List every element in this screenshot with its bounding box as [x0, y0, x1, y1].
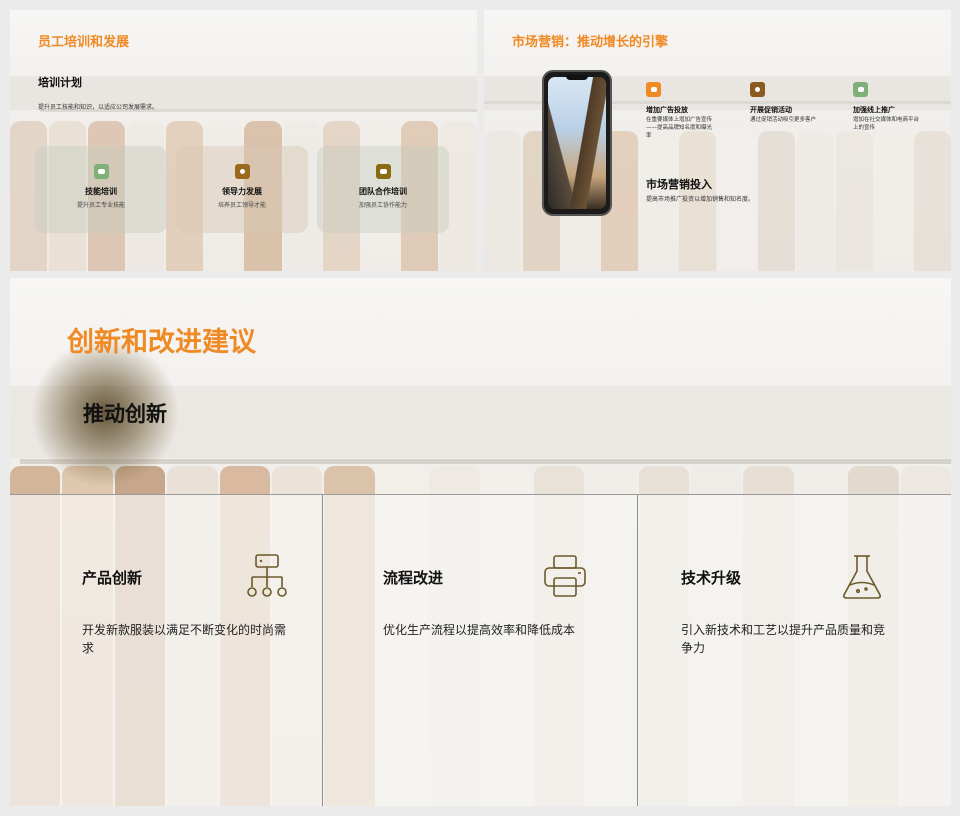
- card-title: 团队合作培训: [359, 187, 407, 196]
- slide-marketing[interactable]: 市场营销：推动增长的引擎 增加广告投放 在重要媒体上增加广告宣传——提高品牌知名…: [484, 10, 951, 271]
- card-teamwork[interactable]: 团队合作培训 加强员工协作能力: [317, 146, 449, 233]
- section-description: 提高市场推广投资以增加销售和知名度。: [646, 196, 755, 203]
- printer-icon: [544, 555, 586, 597]
- column-title: 流程改进: [383, 569, 444, 587]
- org-chart-icon: [247, 554, 287, 597]
- column-tech-upgrade[interactable]: 技术升级 引入新技术和工艺以提升产品质量和竞争力: [637, 495, 951, 806]
- card-desc: 提升员工专业技能: [76, 202, 125, 209]
- card-leadership[interactable]: 领导力发展 培养员工领导才能: [176, 146, 308, 233]
- city-photo: [548, 77, 606, 209]
- slide-innovation[interactable]: 创新和改进建议 推动创新 产品创新 开发新款服装以满足不断变化的时尚需求 流程改…: [10, 278, 951, 806]
- slide-title: 创新和改进建议: [67, 327, 256, 358]
- target-icon: [750, 82, 765, 97]
- chat-icon: [853, 82, 868, 97]
- item-desc: 增加在社交媒体和电商平台上的宣传: [853, 117, 920, 131]
- card-title: 领导力发展: [222, 187, 262, 196]
- item-title: 加强线上推广: [853, 106, 895, 114]
- slide-title: 市场营销：推动增长的引擎: [512, 35, 669, 50]
- section-description: 提升员工技能和知识，以适应公司发展需求。: [38, 104, 159, 111]
- slide-title: 员工培训和发展: [38, 35, 130, 50]
- column-title: 技术升级: [681, 569, 742, 587]
- item-title: 增加广告投放: [646, 106, 688, 114]
- target-icon: [234, 164, 250, 179]
- section-heading: 推动创新: [83, 402, 167, 426]
- item-desc: 在重要媒体上增加广告宣传——提高品牌知名度和曝光率: [646, 117, 713, 139]
- flask-icon: [843, 555, 881, 599]
- card-title: 技能培训: [85, 187, 117, 196]
- section-heading: 培训计划: [38, 76, 82, 89]
- item-title: 开展促销活动: [750, 106, 792, 114]
- chat-icon: [375, 164, 391, 179]
- slide-employee-training[interactable]: 员工培训和发展 培训计划 提升员工技能和知识，以适应公司发展需求。 技能培训 提…: [10, 10, 477, 271]
- column-title: 产品创新: [82, 569, 143, 587]
- message-icon: [93, 164, 109, 179]
- section-heading: 市场营销投入: [646, 178, 712, 191]
- card-desc: 加强员工协作能力: [358, 202, 407, 209]
- phone-mockup: [542, 70, 612, 216]
- card-skill-training[interactable]: 技能培训 提升员工专业技能: [35, 146, 167, 233]
- column-desc: 开发新款服装以满足不断变化的时尚需求: [82, 623, 287, 655]
- bed-icon: [646, 82, 661, 97]
- card-desc: 培养员工领导才能: [217, 202, 266, 209]
- item-desc: 通过促销活动吸引更多客户: [750, 117, 817, 123]
- column-desc: 优化生产流程以提高效率和降低成本: [383, 623, 576, 637]
- column-product-innovation[interactable]: 产品创新 开发新款服装以满足不断变化的时尚需求: [10, 495, 322, 806]
- column-process-improvement[interactable]: 流程改进 优化生产流程以提高效率和降低成本: [322, 495, 637, 806]
- column-desc: 引入新技术和工艺以提升产品质量和竞争力: [681, 623, 886, 655]
